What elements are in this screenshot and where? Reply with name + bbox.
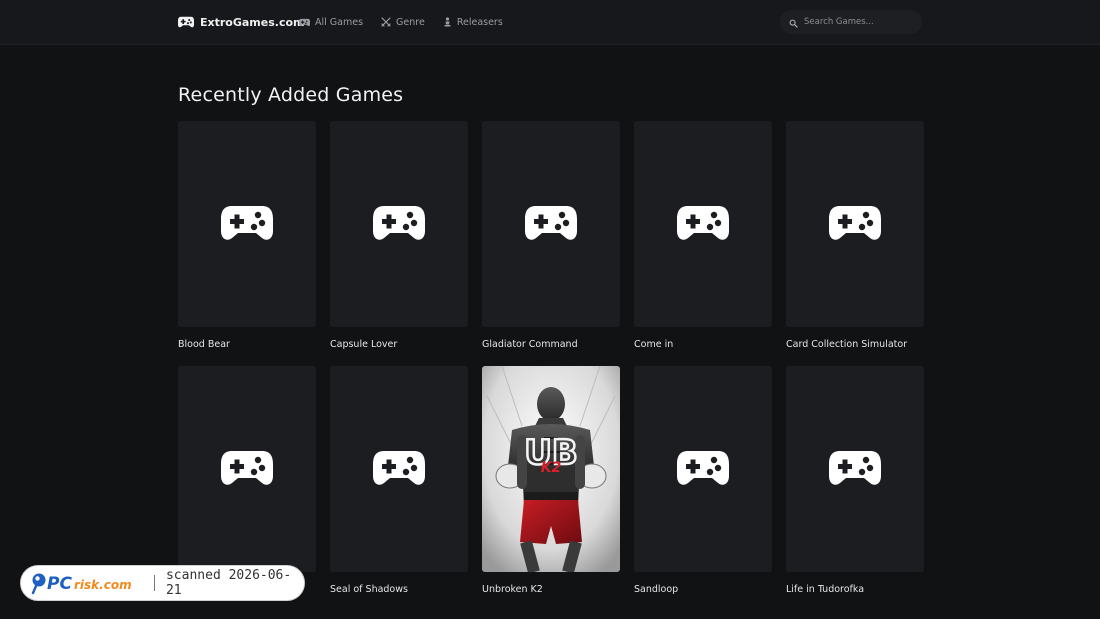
game-cover-placeholder[interactable] — [786, 366, 924, 572]
game-card-unbroken-k2[interactable]: UB K2 Unbroken K2 — [482, 366, 620, 596]
gamepad-icon — [373, 447, 425, 491]
game-cover-placeholder[interactable] — [178, 121, 316, 327]
svg-text:K2: K2 — [541, 460, 562, 476]
search-box[interactable] — [780, 10, 922, 34]
game-cover-placeholder[interactable] — [178, 366, 316, 572]
pcrisk-logo: PC risk.com — [31, 571, 143, 595]
gamepad-icon — [221, 447, 273, 491]
svg-text:risk.com: risk.com — [74, 578, 132, 592]
game-card-card-collection-simulator[interactable]: Card Collection Simulator — [786, 121, 924, 351]
game-cover-placeholder[interactable] — [634, 121, 772, 327]
watermark-badge: PC risk.com scanned 2026-06-21 — [20, 565, 305, 601]
nav-genre[interactable]: Genre — [381, 17, 425, 28]
game-card-capsule-lover[interactable]: Capsule Lover — [330, 121, 468, 351]
nav-releasers-label: Releasers — [456, 16, 503, 28]
game-card-blood-bear[interactable]: Blood Bear — [178, 121, 316, 351]
game-title[interactable]: Sandloop — [634, 584, 772, 595]
game-card-life-in-tudorofka[interactable]: Life in Tudorofka — [786, 366, 924, 596]
nav-all-games-label: All Games — [315, 16, 364, 28]
swords-icon — [381, 17, 391, 27]
svg-text:PC: PC — [47, 574, 72, 594]
page-title: Recently Added Games — [178, 84, 404, 106]
chess-pawn-icon — [443, 17, 452, 27]
search-icon — [780, 13, 798, 32]
brand-link[interactable]: ExtroGames.com — [178, 0, 305, 44]
game-card-untitled-5[interactable] — [178, 366, 316, 596]
nav-genre-label: Genre — [396, 16, 425, 28]
gamepad-icon — [677, 202, 729, 246]
top-navbar: ExtroGames.com All Games Genre Releasers — [0, 0, 1100, 45]
nav-all-games[interactable]: All Games — [299, 17, 363, 28]
game-cover-placeholder[interactable] — [634, 366, 772, 572]
game-title[interactable]: Capsule Lover — [330, 339, 468, 350]
game-card-come-in[interactable]: Come in — [634, 121, 772, 351]
game-cover-image[interactable]: UB K2 — [482, 366, 620, 572]
brand-name: ExtroGames.com — [200, 15, 305, 29]
gamepad-logo-icon — [178, 13, 194, 32]
gamepad-icon — [221, 202, 273, 246]
game-title[interactable]: Life in Tudorofka — [786, 584, 924, 595]
game-title[interactable]: Unbroken K2 — [482, 584, 620, 595]
watermark-divider — [154, 575, 155, 591]
search-input[interactable] — [804, 17, 914, 27]
gamepad-icon — [677, 447, 729, 491]
game-card-gladiator-command[interactable]: Gladiator Command — [482, 121, 620, 351]
game-cover-placeholder[interactable] — [482, 121, 620, 327]
game-title[interactable]: Blood Bear — [178, 339, 316, 350]
game-title[interactable]: Gladiator Command — [482, 339, 620, 350]
nav-releasers[interactable]: Releasers — [443, 17, 503, 28]
gamepad-icon — [829, 202, 881, 246]
main-nav: All Games Genre Releasers — [299, 0, 503, 44]
gamepad-icon — [299, 18, 310, 27]
gamepad-icon — [525, 202, 577, 246]
game-card-sandloop[interactable]: Sandloop — [634, 366, 772, 596]
watermark-text: scanned 2026-06-21 — [165, 568, 292, 598]
game-title[interactable]: Card Collection Simulator — [786, 339, 924, 350]
game-grid: Blood Bear Capsule Lover Gladiator Command… — [178, 121, 924, 596]
game-title[interactable]: Come in — [634, 339, 772, 350]
gamepad-icon — [829, 447, 881, 491]
game-cover-placeholder[interactable] — [330, 121, 468, 327]
game-card-seal-of-shadows[interactable]: Seal of Shadows — [330, 366, 468, 596]
game-cover-placeholder[interactable] — [786, 121, 924, 327]
gamepad-icon — [373, 202, 425, 246]
game-cover-placeholder[interactable] — [330, 366, 468, 572]
game-title[interactable]: Seal of Shadows — [330, 584, 468, 595]
